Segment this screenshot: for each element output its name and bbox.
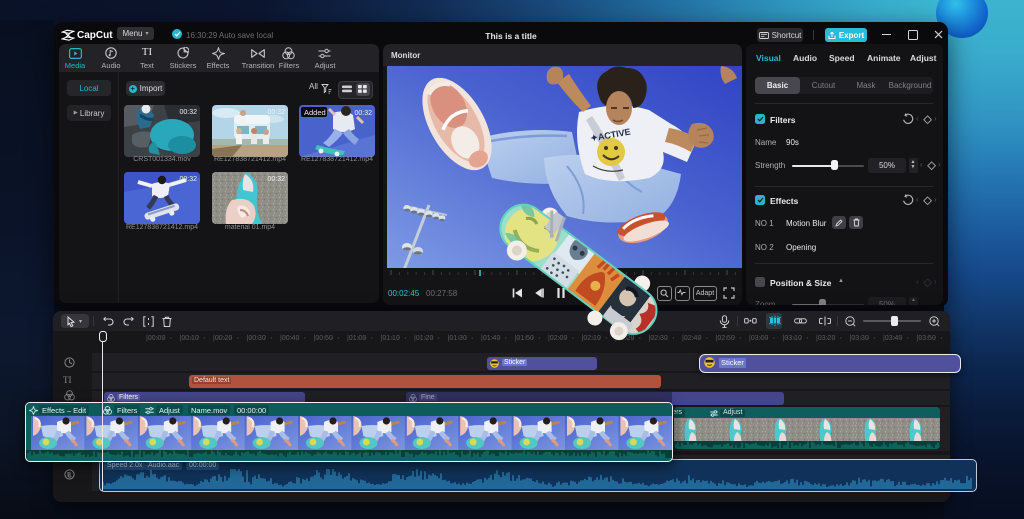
svg-text:Added: Added <box>304 108 326 117</box>
svg-text:|03:30: |03:30 <box>850 335 869 342</box>
svg-text:00:32: 00:32 <box>179 109 197 116</box>
svg-text:00:32: 00:32 <box>267 109 285 116</box>
svg-text:|01:20: |01:20 <box>414 335 433 342</box>
svg-text:|03:50: |03:50 <box>917 335 936 342</box>
svg-text:|00:30: |00:30 <box>247 335 266 342</box>
svg-text:|01:00: |01:00 <box>347 335 366 342</box>
svg-text:|03:00: |03:00 <box>749 335 768 342</box>
svg-text:|03:10: |03:10 <box>783 335 802 342</box>
svg-text:|03:20: |03:20 <box>816 335 835 342</box>
svg-text:00:32: 00:32 <box>179 176 197 183</box>
svg-text:|02:50: |02:50 <box>716 335 735 342</box>
svg-text:|00:20: |00:20 <box>213 335 232 342</box>
svg-text:|00:40: |00:40 <box>280 335 299 342</box>
svg-text:00:32: 00:32 <box>267 176 285 183</box>
svg-text:|00:00: |00:00 <box>146 335 165 342</box>
svg-text:|01:30: |01:30 <box>448 335 467 342</box>
svg-text:|00:50: |00:50 <box>314 335 333 342</box>
svg-text:|03:40: |03:40 <box>883 335 902 342</box>
svg-text:00:32: 00:32 <box>354 110 372 117</box>
svg-text:|00:10: |00:10 <box>180 335 199 342</box>
svg-text:|01:10: |01:10 <box>381 335 400 342</box>
